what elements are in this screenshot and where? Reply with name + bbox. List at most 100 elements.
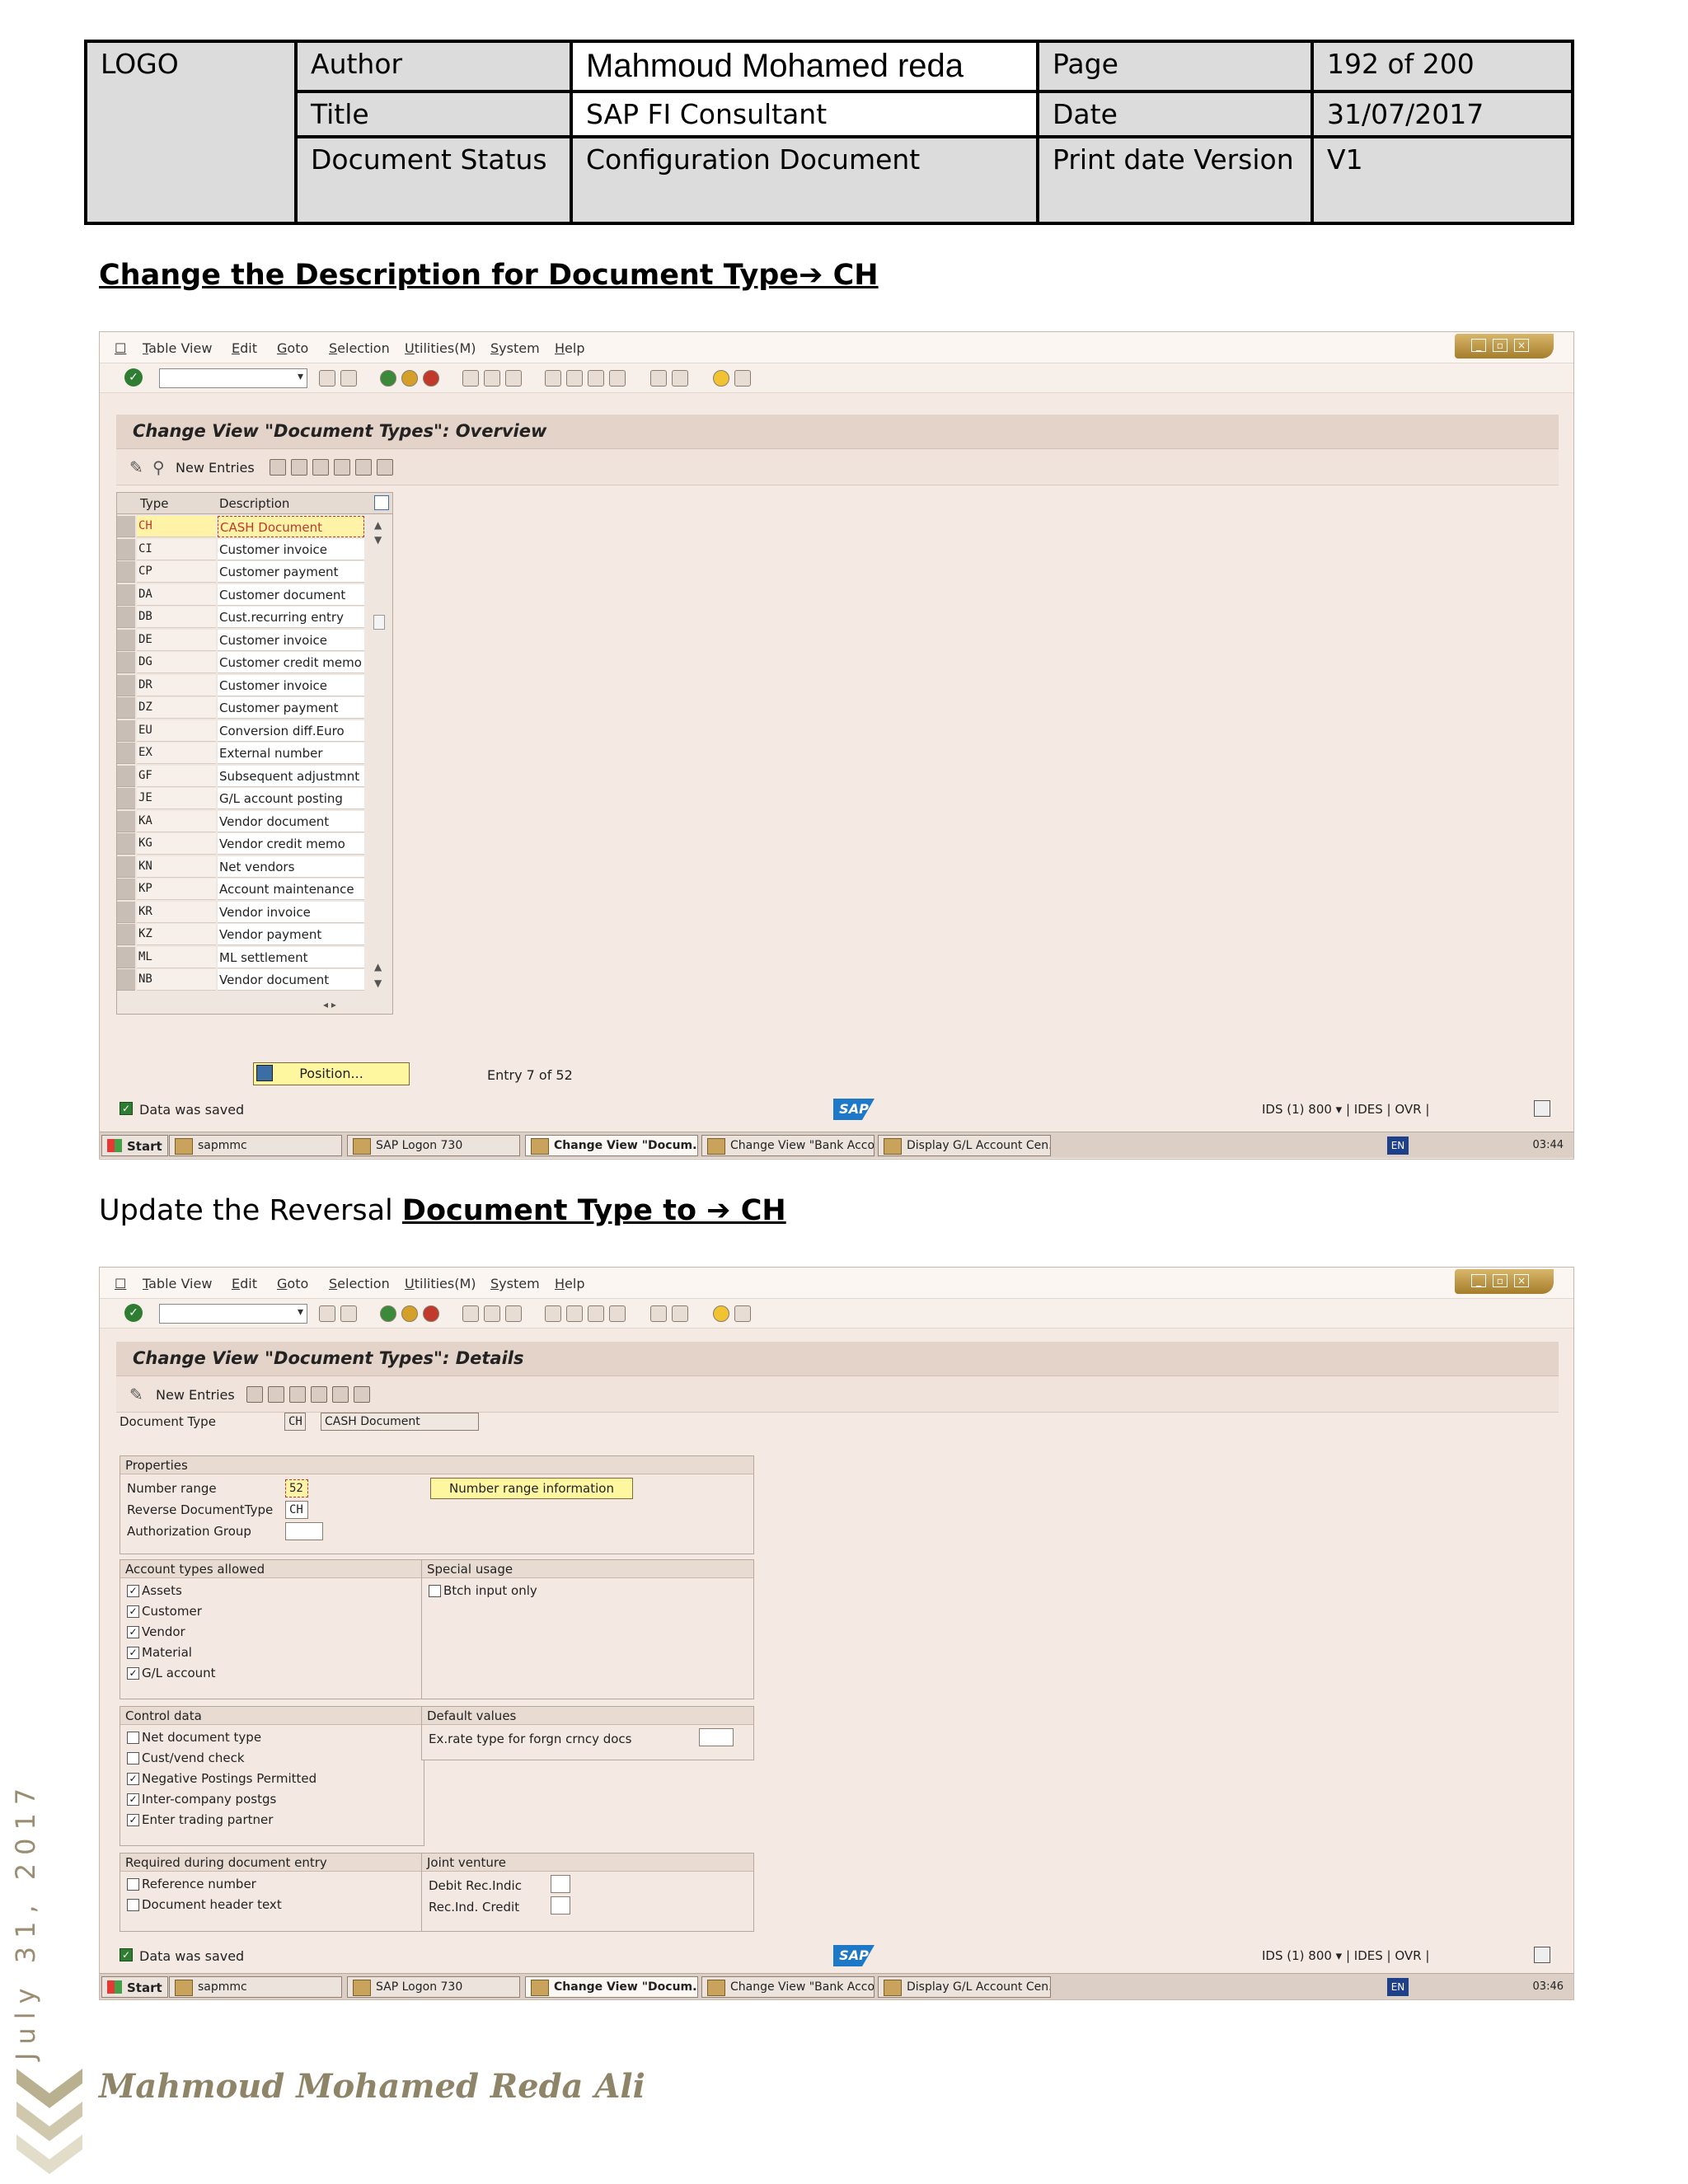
menu-icon[interactable]: ☐ [115,1276,126,1291]
authorization-group-field[interactable] [285,1522,323,1540]
row-description[interactable]: Customer invoice [218,538,364,560]
credit-rec-indic-field[interactable] [551,1896,570,1915]
cancel-icon[interactable] [423,1305,439,1322]
row-selector[interactable] [117,674,135,696]
table-row[interactable]: KP Account maintenance [117,879,364,902]
position-button[interactable]: Position... [253,1062,410,1085]
command-field[interactable] [159,368,307,388]
restore-icon[interactable]: ▫ [1493,339,1507,352]
row-description[interactable]: Customer payment [218,697,364,719]
cancel-icon[interactable] [423,370,439,387]
minimize-icon[interactable]: _ [1471,339,1486,352]
taskbar-item-gl-account[interactable]: Display G/L Account Cen... [878,1976,1051,1998]
table-row[interactable]: CH CASH Document [117,516,364,539]
menu-goto[interactable]: Goto [277,340,308,356]
row-description[interactable]: Subsequent adjustmnt [218,765,364,787]
vendor-checkbox[interactable]: ✓ [127,1626,139,1638]
table-row[interactable]: DA Customer document [117,583,364,607]
row-description[interactable]: G/L account posting [218,788,364,809]
prev-entry-icon[interactable] [311,1386,327,1403]
trading-partner-checkbox[interactable]: ✓ [127,1814,139,1826]
next-page-icon[interactable] [588,370,604,387]
table-row[interactable]: JE G/L account posting [117,788,364,811]
new-session-icon[interactable] [650,370,667,387]
menu-table-view[interactable]: Table View [143,1276,212,1291]
back-green-icon[interactable] [380,370,396,387]
table-settings-icon[interactable] [374,495,389,510]
taskbar-item-sapmmc[interactable]: sapmmc [169,1976,342,1998]
delete-icon[interactable] [268,1386,284,1403]
details-icon[interactable]: ⚲ [152,457,165,477]
menu-help[interactable]: Help [555,1276,584,1291]
system-info[interactable]: IDS (1) 800 ▾ | IDES | OVR | [1262,1948,1429,1963]
batch-input-checkbox[interactable] [429,1585,441,1597]
row-description[interactable]: Vendor credit memo [218,833,364,855]
net-doc-type-checkbox[interactable] [127,1732,139,1744]
new-entries-button[interactable]: New Entries [156,1387,235,1403]
number-range-field[interactable]: 52 [285,1479,308,1497]
row-description[interactable]: Vendor document [218,969,364,991]
taskbar-item-bank-acco[interactable]: Change View "Bank Acco... [701,1135,874,1156]
row-selector[interactable] [117,924,135,945]
exit-icon[interactable] [401,370,418,387]
enter-icon[interactable]: ✓ [124,1304,143,1322]
row-selector[interactable] [117,583,135,606]
lock-icon[interactable] [1534,1100,1550,1117]
row-description[interactable]: Customer invoice [218,629,364,651]
back-green-icon[interactable] [380,1305,396,1322]
last-page-icon[interactable] [609,1305,626,1322]
material-checkbox[interactable]: ✓ [127,1647,139,1659]
new-entries-button[interactable]: New Entries [176,460,255,476]
taskbar-item-change-view-doc[interactable]: Change View "Docum... [525,1135,698,1156]
new-session-icon[interactable] [650,1305,667,1322]
row-selector[interactable] [117,788,135,809]
back-icon[interactable] [319,370,335,387]
print-icon[interactable] [462,1305,479,1322]
negative-postings-checkbox[interactable]: ✓ [127,1773,139,1785]
other-entry-icon[interactable] [354,1386,370,1403]
delete-icon[interactable] [291,459,307,476]
taskbar-item-bank-acco[interactable]: Change View "Bank Acco... [701,1976,874,1998]
menu-goto[interactable]: Goto [277,1276,308,1291]
back-icon[interactable] [319,1305,335,1322]
menu-edit[interactable]: Edit [232,340,257,356]
prev-page-icon[interactable] [566,1305,583,1322]
row-description[interactable]: Customer invoice [218,674,364,696]
menu-edit[interactable]: Edit [232,1276,257,1291]
layout-icon[interactable] [734,1305,751,1322]
table-row[interactable]: EX External number [117,743,364,766]
taskbar-item-sap-logon[interactable]: SAP Logon 730 [347,1135,520,1156]
shortcut-icon[interactable] [672,370,688,387]
assets-checkbox[interactable]: ✓ [127,1585,139,1597]
row-selector[interactable] [117,652,135,673]
row-selector[interactable] [117,607,135,628]
position-icon[interactable] [256,1065,273,1081]
table-row[interactable]: KN Net vendors [117,855,364,879]
row-selector[interactable] [117,969,135,991]
table-row[interactable]: DR Customer invoice [117,674,364,698]
menu-selection[interactable]: Selection [329,1276,390,1291]
shortcut-icon[interactable] [672,1305,688,1322]
menu-icon[interactable]: ☐ [115,340,126,356]
find-icon[interactable] [484,1305,500,1322]
row-selector[interactable] [117,561,135,583]
first-page-icon[interactable] [545,370,561,387]
reference-number-checkbox[interactable] [127,1878,139,1891]
row-description[interactable]: Conversion diff.Euro [218,719,364,742]
menu-table-view[interactable]: Table View [143,340,212,356]
next-page-icon[interactable] [588,1305,604,1322]
scroll-down-bottom-icon[interactable]: ▼ [374,977,382,989]
menu-utilities[interactable]: Utilities(M) [405,340,476,356]
system-info[interactable]: IDS (1) 800 ▾ | IDES | OVR | [1262,1102,1429,1117]
close-icon[interactable]: × [1514,1274,1529,1287]
exchange-rate-field[interactable] [699,1728,734,1746]
select-all-icon[interactable] [334,459,350,476]
row-selector[interactable] [117,855,135,878]
menu-system[interactable]: System [490,1276,540,1291]
table-row[interactable]: DE Customer invoice [117,629,364,653]
row-selector[interactable] [117,810,135,832]
taskbar-item-change-view-doc[interactable]: Change View "Docum... [525,1976,698,1998]
gl-account-checkbox[interactable]: ✓ [127,1667,139,1680]
column-description[interactable]: Description [219,496,289,511]
row-selector[interactable] [117,765,135,787]
